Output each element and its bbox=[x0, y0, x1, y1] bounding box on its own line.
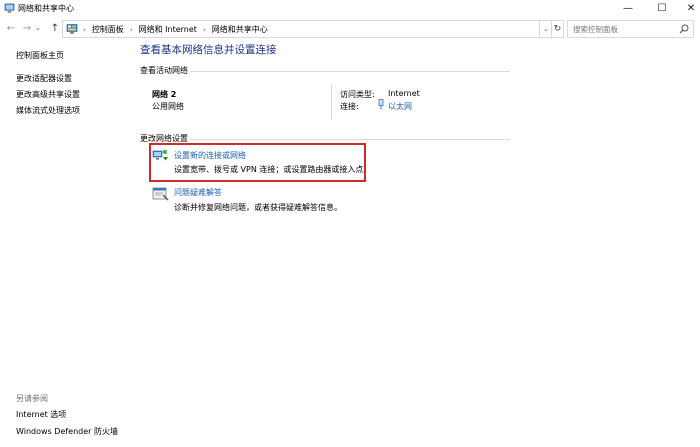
search-box[interactable] bbox=[567, 20, 694, 38]
sidebar-item-control-panel-home[interactable]: 控制面板主页 bbox=[16, 50, 64, 61]
search-icon[interactable] bbox=[679, 24, 689, 34]
access-type-value: Internet bbox=[388, 89, 420, 98]
troubleshoot-problems-link[interactable]: 问题疑难解答 bbox=[174, 187, 222, 198]
sidebar-item-change-adapter-settings[interactable]: 更改适配器设置 bbox=[16, 73, 72, 84]
breadcrumb-network-sharing-center[interactable]: 网络和共享中心 bbox=[212, 24, 268, 35]
troubleshoot-problems-description: 诊断并修复网络问题，或者获得疑难解答信息。 bbox=[174, 203, 342, 212]
back-arrow-icon[interactable]: ← bbox=[4, 21, 18, 35]
breadcrumb: › 控制面板 › 网络和 Internet › 网络和共享中心 bbox=[83, 24, 268, 35]
sidebar-item-media-streaming-options[interactable]: 媒体流式处理选项 bbox=[16, 105, 80, 116]
see-also-heading: 另请参阅 bbox=[16, 394, 48, 403]
title-bar: 网络和共享中心 — ☐ ✕ bbox=[0, 0, 700, 17]
section-divider bbox=[190, 71, 510, 72]
up-arrow-icon[interactable]: ↑ bbox=[48, 21, 62, 35]
network-category: 公用网络 bbox=[152, 102, 184, 111]
troubleshoot-icon bbox=[152, 187, 169, 201]
network-name: 网络 2 bbox=[152, 90, 177, 99]
search-input[interactable] bbox=[573, 23, 678, 35]
refresh-icon[interactable]: ↻ bbox=[551, 20, 564, 38]
breadcrumb-separator: › bbox=[202, 25, 206, 34]
connections-label: 连接: bbox=[340, 102, 359, 111]
see-also-internet-options[interactable]: Internet 选项 bbox=[16, 409, 66, 420]
network-info-divider bbox=[331, 84, 332, 120]
breadcrumb-control-panel[interactable]: 控制面板 bbox=[92, 24, 124, 35]
minimize-button[interactable]: — bbox=[611, 0, 645, 17]
active-networks-heading: 查看活动网络 bbox=[140, 66, 188, 75]
breadcrumb-separator: › bbox=[83, 25, 86, 34]
close-button[interactable]: ✕ bbox=[674, 0, 700, 17]
see-also-windows-defender-firewall[interactable]: Windows Defender 防火墙 bbox=[16, 426, 118, 437]
highlight-annotation-box bbox=[149, 143, 366, 182]
address-bar[interactable]: › 控制面板 › 网络和 Internet › 网络和共享中心 bbox=[62, 20, 540, 38]
window-title: 网络和共享中心 bbox=[18, 4, 74, 13]
connection-ethernet-link[interactable]: 以太网 bbox=[388, 101, 412, 112]
breadcrumb-network-internet[interactable]: 网络和 Internet bbox=[139, 24, 197, 35]
sidebar-item-advanced-sharing-settings[interactable]: 更改高级共享设置 bbox=[16, 89, 80, 100]
address-row: ← → ⌄ ↑ › 控制面板 › 网络和 Internet › 网络和共享中心 … bbox=[0, 18, 700, 40]
page-title: 查看基本网络信息并设置连接 bbox=[140, 44, 277, 56]
recent-locations-chevron-icon[interactable]: ⌄ bbox=[33, 21, 43, 35]
network-center-icon bbox=[4, 3, 15, 13]
breadcrumb-separator: › bbox=[129, 25, 133, 34]
ethernet-icon bbox=[378, 99, 384, 110]
forward-arrow-icon[interactable]: → bbox=[20, 21, 34, 35]
control-panel-icon bbox=[66, 24, 78, 34]
access-type-label: 访问类型: bbox=[340, 90, 375, 99]
section-divider bbox=[190, 139, 510, 140]
